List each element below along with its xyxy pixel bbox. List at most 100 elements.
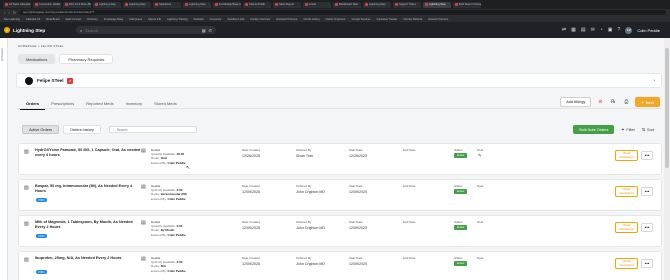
message-icon[interactable]: ✉ bbox=[591, 27, 595, 33]
scroll-thumb[interactable] bbox=[665, 48, 669, 168]
document-icon[interactable]: ▤ bbox=[141, 220, 146, 226]
browser-tab[interactable]: Lightning Step bbox=[423, 1, 451, 8]
bell-icon[interactable]: ◔ bbox=[600, 27, 603, 33]
date-created-heading: Date Created bbox=[242, 148, 260, 152]
browser-tab[interactable]: Lightning Step bbox=[363, 1, 391, 8]
bookmark-item[interactable]: Network Partners bbox=[428, 18, 448, 21]
tab-medications[interactable]: Medications bbox=[18, 54, 56, 64]
check-interactions-button[interactable]: Check Interactions bbox=[615, 222, 638, 233]
browser-tab[interactable]: Lightning Step bbox=[183, 1, 211, 8]
order-search[interactable]: ⌕ bbox=[108, 126, 197, 133]
order-row[interactable]: ▧ Milk of Magnesia, 1 Tablespoon, By Mout… bbox=[18, 215, 662, 247]
browser-tab[interactable]: Clients Profile bbox=[243, 1, 271, 8]
bookmark-item[interactable]: Kickstart bbox=[194, 18, 204, 21]
chevron-right-icon[interactable]: › bbox=[653, 78, 655, 84]
document-icon[interactable]: ▤ bbox=[141, 256, 146, 262]
link-icon[interactable]: ⇄ bbox=[562, 27, 566, 33]
document-icon[interactable]: ▤ bbox=[141, 148, 146, 154]
order-row[interactable]: ▧ Buspar, 50 mg, Intramuscular (IM), As N… bbox=[18, 179, 662, 211]
order-title[interactable]: Buspar, 50 mg, Intramuscular (IM), As Ne… bbox=[35, 184, 143, 194]
browser-tab[interactable]: Salesforce bbox=[153, 1, 181, 8]
bookmark-item[interactable]: Clients Listing bbox=[303, 18, 319, 21]
order-title[interactable]: Milk of Magnesia, 1 Tablespoon, By Mouth… bbox=[35, 220, 143, 230]
reload-icon[interactable]: ↻ bbox=[13, 10, 16, 15]
calendar-icon[interactable]: ▦ bbox=[202, 28, 206, 33]
more-options-button[interactable]: ••• bbox=[641, 187, 653, 196]
order-title[interactable]: HydrOXYzine Pamoate, 50 MG, 1 Capsule, O… bbox=[35, 148, 143, 158]
more-options-button[interactable]: ••• bbox=[641, 259, 653, 268]
order-search-input[interactable] bbox=[116, 127, 193, 132]
favicon-icon bbox=[65, 3, 68, 6]
bookmark-item[interactable]: Google Services bbox=[352, 18, 371, 21]
check-interactions-button[interactable]: Check Interactions bbox=[615, 258, 638, 269]
browser-tab-label: Lightning Step bbox=[189, 3, 206, 6]
grid-icon[interactable]: ▦ bbox=[571, 27, 576, 33]
bookmark-item[interactable]: Clients Info bbox=[148, 18, 161, 21]
browser-tab[interactable]: B2C Ad & More (B2C) bbox=[63, 1, 91, 8]
more-options-button[interactable]: ••• bbox=[641, 223, 653, 232]
bookmark-item[interactable]: Nav Lightning bbox=[4, 18, 20, 21]
bookmark-item[interactable]: Insurance Tracker bbox=[377, 18, 398, 21]
check-interactions-button[interactable]: Check Interactions bbox=[615, 150, 638, 161]
left-rail[interactable]: Workspace bbox=[0, 38, 8, 280]
bookmark-item[interactable]: Knowledge Base bbox=[104, 18, 123, 21]
order-row[interactable]: ▧ Ibuprofen, 25mg, N/A, As Needed Every 2… bbox=[18, 251, 662, 280]
filter-button[interactable]: ⏷ Filter bbox=[621, 128, 634, 132]
breadcrumb[interactable]: HOMEPAGE > FELIPE STEEL bbox=[18, 44, 64, 48]
bookmark-item[interactable]: Sandbox Links bbox=[228, 18, 245, 21]
bookmark-item[interactable]: Contact Referral bbox=[403, 18, 422, 21]
bookmark-item[interactable]: Meta Board bbox=[46, 18, 59, 21]
forward-icon[interactable]: › bbox=[8, 10, 9, 15]
scrollbar[interactable] bbox=[664, 38, 670, 280]
bookmark-item[interactable]: Claims Organizer bbox=[326, 18, 346, 21]
print-icon[interactable]: ⎙ bbox=[622, 98, 630, 106]
new-button-label: New bbox=[645, 99, 654, 105]
patient-card[interactable]: Felipe STeel 8 › bbox=[16, 73, 662, 88]
bookmark-item[interactable]: Connector bbox=[210, 18, 222, 21]
order-row[interactable]: ▧ HydrOXYzine Pamoate, 50 MG, 1 Capsule, … bbox=[18, 143, 662, 175]
help-icon[interactable]: ? bbox=[618, 27, 621, 33]
apps-icon[interactable]: ▣ bbox=[608, 27, 613, 33]
browser-address-bar: ‹ › ↻ app.lightningstep.com/hopo/patient… bbox=[0, 9, 670, 16]
orders-history-toggle[interactable]: Orders history bbox=[63, 125, 101, 134]
bookmark-item[interactable]: Outreach Partners bbox=[276, 18, 297, 21]
browser-tab[interactable]: All Tasks Calendar Search bbox=[3, 1, 31, 8]
browser-tab[interactable]: Connection Health & Log bbox=[33, 1, 61, 8]
browser-tab[interactable]: Gmail bbox=[303, 1, 331, 8]
browser-tab[interactable]: Bulk Report Clinical bbox=[453, 1, 481, 8]
no-entry-icon[interactable]: ⊘ bbox=[596, 98, 604, 106]
rx-icon[interactable]: ℞ bbox=[609, 98, 617, 106]
more-options-button[interactable]: ••• bbox=[641, 151, 653, 160]
browser-tab[interactable]: Lightning Step bbox=[123, 1, 151, 8]
browser-tab[interactable]: Knowledge Base Center bbox=[213, 1, 241, 8]
url-field[interactable]: app.lightningstep.com/hopo/patient/order… bbox=[19, 10, 666, 15]
note-icon[interactable]: ✎ bbox=[478, 153, 482, 159]
check-interactions-button[interactable]: Check Interactions bbox=[615, 186, 638, 197]
global-search-input[interactable] bbox=[85, 27, 199, 33]
document-icon[interactable]: ▤ bbox=[141, 184, 146, 190]
browser-tab[interactable]: Lightning Step bbox=[93, 1, 121, 8]
brand[interactable]: ⚡ Lightning Step bbox=[0, 27, 68, 33]
bookmark-item[interactable]: Directory bbox=[87, 18, 97, 21]
bookmark-item[interactable]: Calendar Kit bbox=[26, 18, 40, 21]
browser-tab[interactable]: Sales Report bbox=[273, 1, 301, 8]
order-title[interactable]: Ibuprofen, 25mg, N/A, As Needed Every 2 … bbox=[35, 256, 143, 261]
bookmark-item[interactable]: Rain Connect bbox=[66, 18, 82, 21]
bookmark-item[interactable]: Facility Overview bbox=[251, 18, 271, 21]
global-search[interactable]: ⌕ ▦ ✆ bbox=[76, 26, 216, 34]
calendar-icon[interactable]: ▤ bbox=[581, 27, 586, 33]
add-allergy-button[interactable]: Add Allergy bbox=[560, 97, 592, 107]
tab-pharmacy-requests[interactable]: Pharmacy Requests bbox=[59, 54, 114, 64]
avatar[interactable]: CP bbox=[625, 26, 633, 34]
sort-button[interactable]: ⇅ Sort bbox=[642, 127, 654, 133]
active-orders-toggle[interactable]: Active Orders bbox=[22, 125, 59, 134]
bookmark-item[interactable]: Call Queue bbox=[129, 18, 142, 21]
user-name[interactable]: Colin Peddie bbox=[637, 28, 660, 33]
bookmark-item[interactable]: Lightning Training bbox=[167, 18, 187, 21]
bulk-note-orders-button[interactable]: Bulk Note Orders bbox=[573, 125, 615, 134]
browser-tab[interactable]: Blackboard Rain bbox=[333, 1, 361, 8]
browser-tab[interactable]: Support Ticket bbox=[393, 1, 421, 8]
new-button[interactable]: + New bbox=[635, 97, 660, 107]
back-icon[interactable]: ‹ bbox=[4, 10, 5, 15]
phone-icon[interactable]: ✆ bbox=[209, 28, 212, 33]
